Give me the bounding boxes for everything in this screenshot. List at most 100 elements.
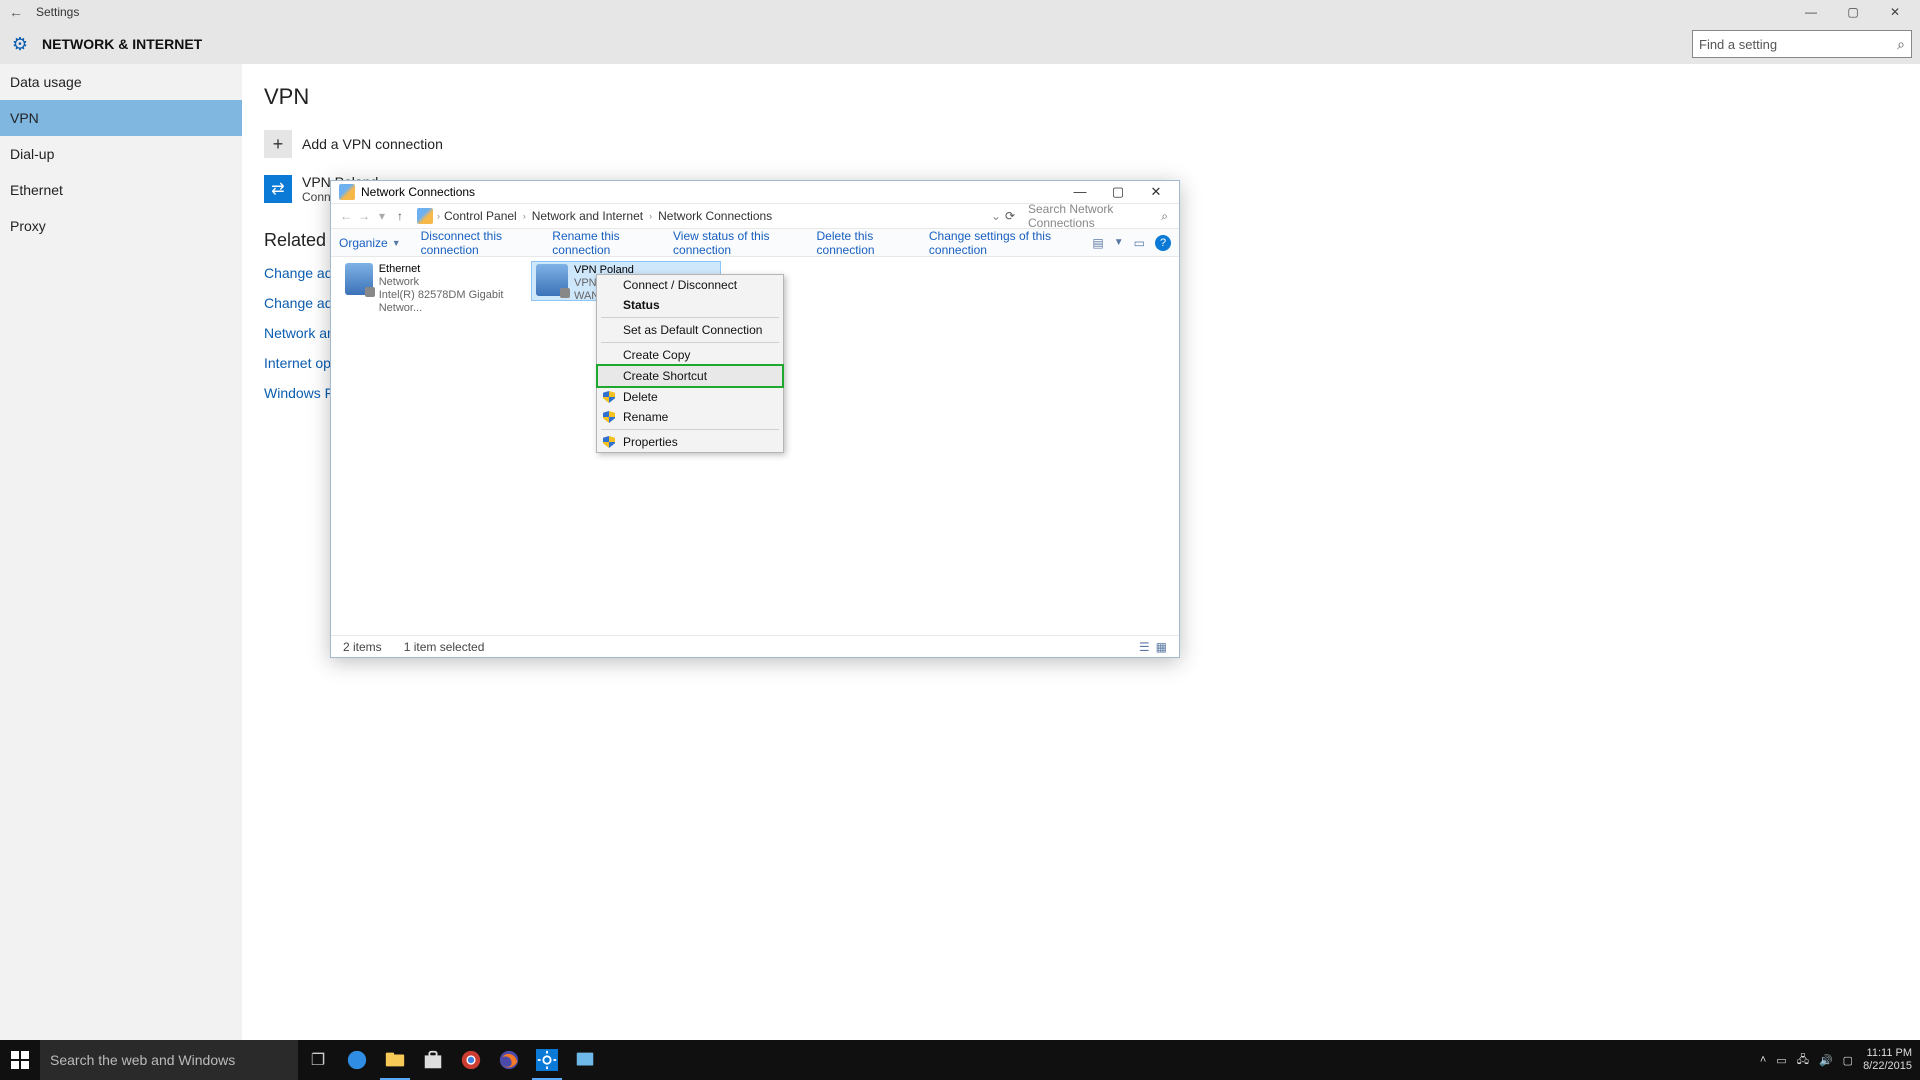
taskbar: Search the web and Windows ❐ ˄ ▭ 🖧 🔊 ▢ 1… <box>0 1040 1920 1080</box>
page-title: VPN <box>264 84 1898 110</box>
ctx-sep <box>601 429 779 430</box>
crumb-1[interactable]: Network and Internet <box>532 209 643 223</box>
settings-sidebar: Data usage VPN Dial-up Ethernet Proxy <box>0 64 242 1040</box>
tb-disconnect[interactable]: Disconnect this connection <box>421 229 533 257</box>
nc-search-placeholder: Search Network Connections <box>1028 202 1161 230</box>
section-title: NETWORK & INTERNET <box>42 36 202 52</box>
nc-close-icon[interactable]: ✕ <box>1137 181 1175 203</box>
tb-delete[interactable]: Delete this connection <box>817 229 909 257</box>
ctx-properties[interactable]: Properties <box>597 432 783 452</box>
nc-addressbar: ← → ▾ ↑ › Control Panel› Network and Int… <box>331 203 1179 229</box>
app-chrome[interactable] <box>452 1040 490 1080</box>
settings-search-placeholder: Find a setting <box>1699 37 1777 52</box>
task-view-icon[interactable]: ❐ <box>298 1050 338 1070</box>
help-icon[interactable]: ? <box>1155 235 1171 251</box>
sidebar-item-vpn[interactable]: VPN <box>0 100 242 136</box>
close-icon[interactable]: ✕ <box>1874 0 1916 24</box>
eth-name: Ethernet <box>379 263 527 276</box>
nc-titlebar[interactable]: Network Connections — ▢ ✕ <box>331 181 1179 203</box>
organize-button[interactable]: Organize ▼ <box>339 236 401 250</box>
nc-window-icon <box>339 184 355 200</box>
eth-l2: Network <box>379 276 527 289</box>
add-vpn-row[interactable]: + Add a VPN connection <box>264 130 1898 158</box>
nc-toolbar: Organize ▼ Disconnect this connection Re… <box>331 229 1179 257</box>
ctx-status[interactable]: Status <box>597 295 783 315</box>
view-details-icon[interactable]: ☰ <box>1139 640 1150 654</box>
taskbar-search[interactable]: Search the web and Windows <box>40 1040 298 1080</box>
nav-forward-icon[interactable]: → <box>355 209 373 223</box>
app-other[interactable] <box>566 1040 604 1080</box>
back-icon[interactable]: ← <box>4 4 28 20</box>
ctx-copy[interactable]: Create Copy <box>597 345 783 365</box>
view-mode-icon[interactable]: ▤ <box>1092 236 1103 250</box>
view-icons-icon[interactable]: ▦ <box>1156 640 1167 654</box>
ctx-sep <box>601 342 779 343</box>
chevron-down-icon: ▼ <box>392 238 401 248</box>
tray-notifications-icon[interactable]: ▢ <box>1843 1054 1853 1067</box>
app-edge[interactable] <box>338 1040 376 1080</box>
nc-search-icon: ⌕ <box>1161 209 1168 224</box>
tray-battery-icon[interactable]: ▭ <box>1776 1054 1786 1067</box>
nc-minimize-icon[interactable]: — <box>1061 181 1099 203</box>
ctx-connect[interactable]: Connect / Disconnect <box>597 275 783 295</box>
nc-search[interactable]: Search Network Connections ⌕ <box>1023 206 1173 226</box>
tb-change[interactable]: Change settings of this connection <box>929 229 1073 257</box>
plus-icon: + <box>264 130 292 158</box>
tb-status[interactable]: View status of this connection <box>673 229 797 257</box>
app-store[interactable] <box>414 1040 452 1080</box>
tray-clock[interactable]: 11:11 PM 8/22/2015 <box>1863 1047 1912 1073</box>
tray-date: 8/22/2015 <box>1863 1060 1912 1073</box>
maximize-icon[interactable]: ▢ <box>1832 0 1874 24</box>
settings-titlebar: ← Settings — ▢ ✕ <box>0 0 1920 24</box>
app-explorer[interactable] <box>376 1040 414 1080</box>
windows-logo-icon <box>11 1051 29 1069</box>
app-settings[interactable] <box>528 1040 566 1080</box>
tb-rename[interactable]: Rename this connection <box>552 229 653 257</box>
sidebar-item-ethernet[interactable]: Ethernet <box>0 172 242 208</box>
ctx-delete[interactable]: Delete <box>597 387 783 407</box>
crumb-2[interactable]: Network Connections <box>658 209 772 223</box>
nav-back-icon[interactable]: ← <box>337 209 355 223</box>
taskbar-apps <box>338 1040 604 1080</box>
nav-history-icon[interactable]: ▾ <box>373 209 391 223</box>
sidebar-item-proxy[interactable]: Proxy <box>0 208 242 244</box>
tray-chevron-up-icon[interactable]: ˄ <box>1760 1054 1766 1066</box>
taskbar-search-placeholder: Search the web and Windows <box>50 1052 235 1068</box>
eth-l3: Intel(R) 82578DM Gigabit Networ... <box>379 289 527 315</box>
start-button[interactable] <box>0 1040 40 1080</box>
view-mode-dropdown-icon[interactable]: ▼ <box>1114 237 1124 248</box>
nc-maximize-icon[interactable]: ▢ <box>1099 181 1137 203</box>
tray-volume-icon[interactable]: 🔊 <box>1819 1054 1833 1067</box>
gear-icon: ⚙ <box>8 32 32 56</box>
tray-network-icon[interactable]: 🖧 <box>1797 1051 1809 1070</box>
sidebar-item-data-usage[interactable]: Data usage <box>0 64 242 100</box>
minimize-icon[interactable]: — <box>1790 0 1832 24</box>
status-count: 2 items <box>343 640 382 654</box>
shield-icon <box>603 411 615 423</box>
settings-search[interactable]: Find a setting ⌕ <box>1692 30 1912 58</box>
address-dropdown-icon[interactable]: ⌄ <box>991 209 1001 223</box>
ctx-default[interactable]: Set as Default Connection <box>597 320 783 340</box>
sidebar-item-dialup[interactable]: Dial-up <box>0 136 242 172</box>
vpn-adapter-icon <box>536 264 568 296</box>
app-firefox[interactable] <box>490 1040 528 1080</box>
search-icon: ⌕ <box>1897 36 1905 53</box>
breadcrumb[interactable]: Control Panel› Network and Internet› Net… <box>444 209 772 223</box>
tray-time: 11:11 PM <box>1863 1047 1912 1060</box>
ctx-create-shortcut[interactable]: Create Shortcut <box>597 365 783 387</box>
ctx-rename[interactable]: Rename <box>597 407 783 427</box>
breadcrumb-icon <box>417 208 433 224</box>
vpn-icon: ⇄ <box>264 175 292 203</box>
breadcrumb-sep: › <box>437 211 440 221</box>
refresh-icon[interactable]: ⟳ <box>1005 209 1015 223</box>
ctx-sep <box>601 317 779 318</box>
shield-icon <box>603 391 615 403</box>
crumb-0[interactable]: Control Panel <box>444 209 517 223</box>
nav-up-icon[interactable]: ↑ <box>391 209 409 223</box>
settings-title: Settings <box>36 5 79 19</box>
connection-ethernet[interactable]: Ethernet Network Intel(R) 82578DM Gigabi… <box>341 261 531 301</box>
preview-pane-icon[interactable]: ▭ <box>1134 236 1145 250</box>
nc-statusbar: 2 items 1 item selected ☰ ▦ <box>331 635 1179 657</box>
settings-header: ⚙ NETWORK & INTERNET Find a setting ⌕ <box>0 24 1920 64</box>
system-tray: ˄ ▭ 🖧 🔊 ▢ 11:11 PM 8/22/2015 <box>1752 1047 1920 1073</box>
